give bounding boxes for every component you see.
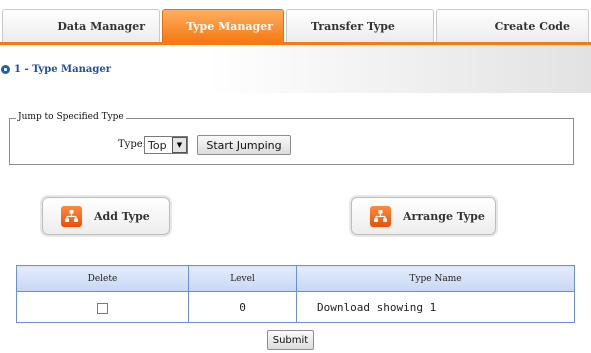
arrange-type-button[interactable]: Arrange Type [351, 197, 496, 235]
header-level: Level [188, 265, 297, 292]
tree-diagram-icon [61, 205, 82, 227]
tab-type-manager[interactable]: Type Manager [162, 9, 284, 42]
submit-button[interactable]: Submit [267, 330, 314, 350]
table-row: 0 Download showing 1 [16, 291, 575, 323]
type-select[interactable]: Top ▼ [144, 136, 188, 154]
tab-label: Type Manager [186, 19, 273, 33]
jump-to-type-group: Jump to Specified Type Type: Top ▼ Start… [9, 112, 574, 165]
dropdown-arrow-icon[interactable]: ▼ [172, 137, 187, 153]
tab-label: Transfer Type [311, 19, 395, 33]
tab-data-manager[interactable]: Data Manager [2, 9, 160, 42]
jump-legend: Jump to Specified Type [16, 112, 126, 122]
arrange-type-label: Arrange Type [403, 209, 485, 223]
table-header-row: Delete Level Type Name [16, 265, 575, 292]
radio-dot-icon [1, 65, 10, 74]
type-label: Type: [118, 139, 147, 150]
breadcrumb: 1 - Type Manager [1, 64, 111, 75]
start-jumping-button[interactable]: Start Jumping [197, 135, 291, 155]
delete-cell [16, 291, 189, 323]
breadcrumb-text: 1 - Type Manager [14, 64, 111, 75]
tree-diagram-icon [370, 205, 391, 227]
header-delete: Delete [16, 265, 189, 292]
type-table: Delete Level Type Name 0 Download showin… [16, 265, 575, 323]
add-type-button[interactable]: Add Type [42, 197, 170, 235]
type-name-cell: Download showing 1 [296, 291, 575, 323]
tab-transfer-type[interactable]: Transfer Type [286, 9, 434, 42]
tab-create-code[interactable]: Create Code [436, 9, 589, 42]
add-type-label: Add Type [94, 209, 150, 223]
delete-checkbox[interactable] [97, 302, 108, 314]
level-cell: 0 [188, 291, 297, 323]
tab-label: Data Manager [57, 19, 145, 33]
tab-label: Create Code [494, 19, 570, 33]
tab-bar: Data Manager Type Manager Transfer Type … [0, 0, 591, 45]
header-type-name: Type Name [296, 265, 575, 292]
type-select-value: Top [148, 138, 167, 152]
